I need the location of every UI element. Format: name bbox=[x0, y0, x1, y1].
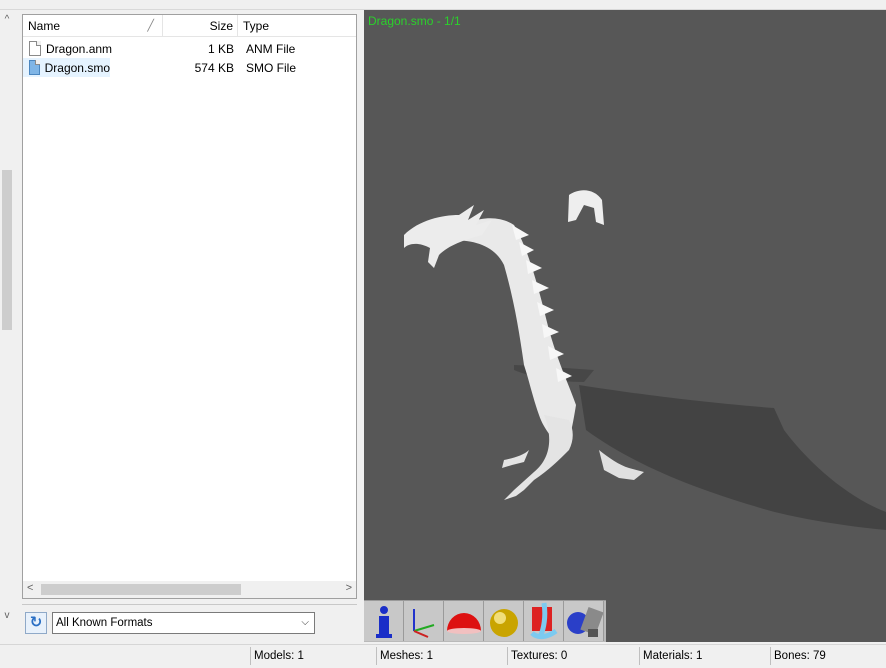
status-message bbox=[0, 647, 250, 665]
file-list-rows: Dragon.anm 1 KB ANM File Dragon.smo 574 … bbox=[23, 39, 356, 77]
chevron-down-icon: ⌵ bbox=[301, 617, 309, 628]
info-icon bbox=[376, 606, 392, 638]
model-file-icon bbox=[29, 60, 40, 75]
status-models: Models: 1 bbox=[250, 647, 376, 665]
3d-viewport[interactable]: Dragon.smo - 1/1 bbox=[364, 10, 886, 642]
status-materials: Materials: 1 bbox=[639, 647, 769, 665]
bone-sphere-button[interactable] bbox=[564, 601, 604, 641]
scroll-up-arrow-icon[interactable]: ^ bbox=[0, 12, 14, 28]
scroll-down-arrow-icon[interactable]: v bbox=[0, 608, 14, 624]
scroll-thumb[interactable] bbox=[2, 170, 12, 330]
horizontal-scrollbar[interactable]: < > bbox=[23, 581, 356, 598]
file-list-panel: Name ╱ Size Type Dragon.anm 1 KB ANM Fil… bbox=[22, 14, 357, 599]
status-bar: Models: 1 Meshes: 1 Textures: 0 Material… bbox=[0, 644, 886, 668]
file-type: SMO File bbox=[246, 60, 297, 75]
file-type: ANM File bbox=[246, 41, 296, 56]
axes-icon bbox=[413, 609, 435, 638]
horizontal-scroll-thumb[interactable] bbox=[41, 584, 241, 595]
status-meshes: Meshes: 1 bbox=[376, 647, 506, 665]
blank-file-icon bbox=[29, 41, 41, 56]
left-vertical-scrollbar[interactable]: ^ v bbox=[0, 10, 14, 628]
dragon-model bbox=[404, 190, 886, 530]
axes-button[interactable] bbox=[404, 601, 444, 641]
status-textures: Textures: 0 bbox=[507, 647, 637, 665]
column-header-type[interactable]: Type bbox=[238, 15, 356, 37]
dragon-horn bbox=[568, 190, 604, 225]
refresh-button[interactable]: ↻ bbox=[25, 612, 47, 634]
dragon-wing bbox=[579, 385, 886, 530]
red-hemisphere-icon bbox=[447, 613, 481, 634]
file-row[interactable]: Dragon.anm 1 KB ANM File bbox=[23, 39, 356, 58]
file-name: Dragon.smo bbox=[44, 60, 110, 75]
red-hemisphere-button[interactable] bbox=[444, 601, 484, 641]
format-filter-select[interactable]: All Known Formats ⌵ bbox=[52, 612, 315, 634]
scroll-left-arrow-icon[interactable]: < bbox=[27, 582, 33, 594]
viewport-toolbar bbox=[364, 600, 606, 642]
refresh-icon: ↻ bbox=[29, 614, 43, 631]
texture-button[interactable] bbox=[524, 601, 564, 641]
gold-sphere-button[interactable] bbox=[484, 601, 524, 641]
file-name: Dragon.anm bbox=[46, 41, 113, 56]
file-list-header: Name ╱ Size Type bbox=[23, 15, 356, 37]
file-size: 574 KB bbox=[194, 60, 234, 75]
bone-sphere-icon bbox=[567, 606, 603, 637]
dragon-body bbox=[450, 218, 576, 452]
file-size: 1 KB bbox=[207, 41, 234, 56]
column-header-size[interactable]: Size bbox=[163, 15, 238, 37]
sort-indicator-icon: ╱ bbox=[147, 20, 154, 32]
texture-icon bbox=[530, 602, 558, 640]
top-border bbox=[0, 0, 886, 10]
file-row-selected[interactable]: Dragon.smo 574 KB SMO File bbox=[23, 58, 356, 77]
app-window: ^ v Name ╱ Size Type Dragon.anm 1 KB ANM… bbox=[0, 0, 886, 668]
gold-sphere-icon bbox=[490, 609, 518, 637]
scroll-right-arrow-icon[interactable]: > bbox=[346, 582, 352, 594]
status-bones: Bones: 79 bbox=[770, 647, 886, 665]
filter-toolbar: ↻ All Known Formats ⌵ bbox=[22, 604, 357, 640]
info-button[interactable] bbox=[364, 601, 404, 641]
column-header-name[interactable]: Name ╱ bbox=[23, 15, 163, 37]
format-filter-value: All Known Formats bbox=[56, 617, 153, 629]
